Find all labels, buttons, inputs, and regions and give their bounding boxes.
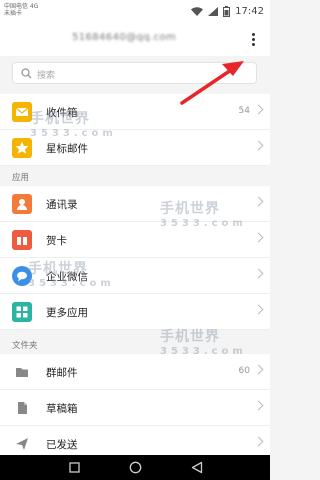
list-item-label: 收件箱: [46, 107, 78, 119]
more-options-icon[interactable]: [243, 27, 263, 51]
unread-count: 60: [238, 366, 250, 376]
list-item-drafts[interactable]: 草稿箱: [0, 390, 270, 426]
chevron-right-icon: [253, 140, 264, 151]
search-icon: [21, 68, 32, 79]
card-icon: [12, 230, 32, 250]
status-bar: 中国电信 4G 未插卡 17:42: [0, 0, 270, 22]
inbox-icon: [12, 102, 32, 122]
chevron-right-icon: [253, 304, 264, 315]
section-header-apps: 应用: [12, 173, 30, 183]
clock: 17:42: [235, 5, 264, 17]
list-item-contacts[interactable]: 通讯录: [0, 186, 270, 222]
account-email[interactable]: 51684640@qq.com: [72, 32, 176, 43]
draft-icon: [12, 398, 32, 418]
folder-icon: [12, 362, 32, 382]
wework-icon: [12, 266, 32, 286]
carrier-label: 中国电信 4G: [4, 3, 39, 10]
back-icon[interactable]: [191, 461, 203, 474]
list-item-label: 草稿箱: [46, 403, 78, 415]
list-item-label: 企业微信: [46, 271, 88, 283]
search-input[interactable]: 搜索: [12, 62, 257, 84]
chevron-right-icon: [253, 196, 264, 207]
chevron-right-icon: [253, 364, 264, 375]
section-header-folders: 文件夹: [12, 341, 38, 351]
search-placeholder: 搜索: [37, 71, 56, 81]
chevron-right-icon: [253, 436, 264, 447]
carrier-info: 中国电信 4G 未插卡: [4, 3, 38, 17]
list-item-label: 贺卡: [46, 235, 67, 247]
grid-icon: [12, 302, 32, 322]
home-icon[interactable]: [129, 461, 142, 474]
signal-icon: [208, 6, 219, 16]
list-item-label: 群邮件: [46, 367, 78, 379]
contacts-icon: [12, 194, 32, 214]
battery-icon: [223, 5, 231, 17]
navigation-bar: [0, 455, 270, 480]
watermark: 手机世界 3533.com: [160, 329, 247, 357]
list-item-label: 更多应用: [46, 307, 88, 319]
chevron-right-icon: [253, 400, 264, 411]
star-icon: [12, 138, 32, 158]
chevron-right-icon: [253, 232, 264, 243]
unread-count: 54: [238, 106, 250, 116]
chevron-right-icon: [253, 268, 264, 279]
wifi-icon: [191, 6, 204, 16]
list-item-inbox[interactable]: 收件箱 54: [0, 94, 270, 130]
header: 51684640@qq.com: [0, 22, 270, 56]
list-item-starred[interactable]: 星标邮件: [0, 130, 270, 166]
list-item-wework[interactable]: 企业微信: [0, 258, 270, 294]
recents-icon[interactable]: [69, 462, 80, 473]
chevron-right-icon: [253, 104, 264, 115]
list-item-greeting-card[interactable]: 贺卡: [0, 222, 270, 258]
list-item-label: 通讯录: [46, 199, 78, 211]
list-item-more-apps[interactable]: 更多应用: [0, 294, 270, 330]
sim-status-label: 未插卡: [4, 10, 23, 17]
sent-icon: [12, 434, 32, 454]
list-item-group-mail[interactable]: 群邮件 60: [0, 354, 270, 390]
list-item-label: 星标邮件: [46, 143, 88, 155]
list-item-label: 已发送: [46, 439, 78, 451]
